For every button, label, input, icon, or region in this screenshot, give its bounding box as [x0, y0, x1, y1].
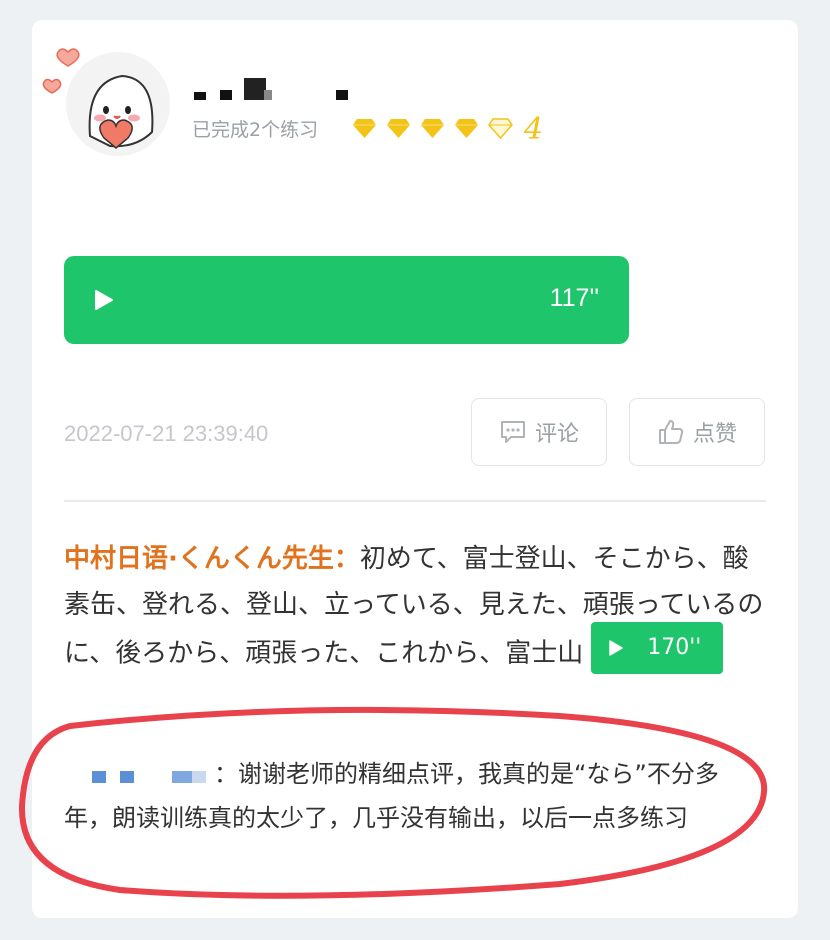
play-icon — [609, 640, 623, 656]
post-timestamp: 2022-07-21 23:39:40 — [64, 421, 269, 446]
gem-empty-icon — [488, 118, 513, 139]
voice-message-player[interactable]: 117'' — [64, 256, 629, 344]
teacher-name[interactable]: 中村日语·くんくん先生： — [64, 544, 360, 574]
teacher-comment: 中村日语·くんくん先生：初めて、富士登山、そこから、酸素缶、登れる、登山、立って… — [64, 536, 768, 680]
gem-count: 4 — [524, 112, 544, 147]
reply-username-redacted[interactable] — [64, 765, 214, 785]
thumbs-up-icon — [658, 420, 684, 444]
comment-label: 评论 — [534, 422, 579, 447]
like-button[interactable]: 点赞 — [629, 398, 765, 466]
divider — [64, 500, 766, 502]
gem-rating — [352, 117, 513, 139]
like-label: 点赞 — [692, 422, 737, 447]
gem-filled-icon — [353, 119, 376, 138]
comment-button[interactable]: 评论 — [471, 398, 607, 466]
practice-count: 已完成2个练习 — [192, 119, 319, 141]
gem-filled-icon — [421, 119, 444, 138]
teacher-voice-duration: 170'' — [647, 635, 702, 660]
voice-duration: 117'' — [549, 284, 599, 312]
play-icon — [95, 290, 113, 310]
heart-decoration-icon — [42, 48, 80, 94]
gem-filled-icon — [455, 119, 478, 138]
gem-filled-icon — [387, 119, 410, 138]
teacher-voice-player[interactable]: 170'' — [591, 622, 724, 674]
comment-icon — [500, 421, 525, 443]
user-reply: ：谢谢老师的精细点评，我真的是“なら”不分多年，朗读训练真的太少了，几乎没有输出… — [64, 752, 754, 840]
